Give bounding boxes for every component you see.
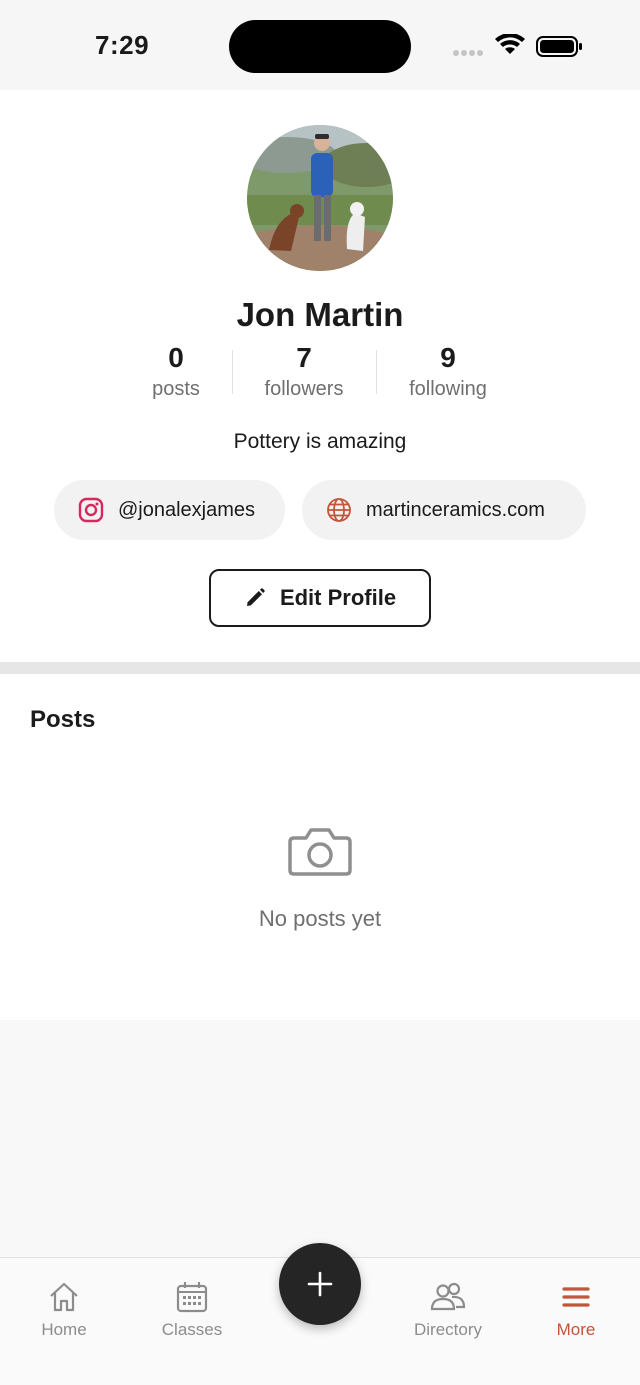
empty-posts-message: No posts yet [258, 906, 382, 931]
people-icon [430, 1282, 466, 1311]
create-post-button[interactable] [279, 1243, 361, 1325]
tab-label: More [556, 1320, 596, 1339]
menu-icon [562, 1287, 590, 1307]
avatar-photo [247, 125, 393, 271]
wifi-icon [495, 34, 525, 54]
stat-divider [232, 350, 233, 394]
stat-value: 7 [296, 342, 312, 373]
stat-following[interactable]: 9 following [378, 342, 518, 401]
stat-label: following [409, 378, 487, 400]
edit-profile-label: Edit Profile [279, 585, 397, 610]
posts-title: Posts [30, 706, 96, 733]
profile-bio: Pottery is amazing [233, 430, 407, 453]
globe-icon [327, 498, 351, 522]
tab-classes[interactable]: Classes [128, 1280, 256, 1340]
stat-label: followers [264, 378, 344, 400]
stat-divider [376, 350, 377, 394]
signal-icon [453, 50, 483, 56]
tab-label: Directory [413, 1320, 482, 1339]
tab-home[interactable]: Home [0, 1280, 128, 1340]
instagram-handle: @jonalexjames [118, 498, 256, 521]
camera-icon [288, 828, 352, 876]
home-icon [50, 1282, 78, 1312]
stat-value: 9 [440, 342, 456, 373]
profile-header: Jon Martin 0 posts 7 followers 9 followi… [0, 90, 640, 662]
stat-label: posts [152, 378, 200, 400]
edit-profile-button[interactable]: Edit Profile [209, 569, 431, 627]
pencil-icon [246, 588, 265, 606]
stat-followers[interactable]: 7 followers [234, 342, 374, 401]
status-bar: 7:29 [0, 0, 640, 90]
stat-value: 0 [168, 342, 184, 373]
website-url: martinceramics.com [366, 498, 545, 521]
dynamic-island [229, 20, 411, 73]
website-link[interactable]: martinceramics.com [302, 480, 586, 540]
battery-icon [536, 36, 582, 57]
instagram-icon [78, 497, 104, 523]
plus-icon [307, 1271, 333, 1297]
tab-more[interactable]: More [512, 1280, 640, 1340]
status-time: 7:29 [95, 30, 150, 60]
tab-label: Home [41, 1320, 87, 1339]
instagram-link[interactable]: @jonalexjames [54, 480, 285, 540]
tab-directory[interactable]: Directory [384, 1280, 512, 1340]
section-divider [0, 662, 640, 674]
calendar-icon [176, 1282, 208, 1313]
avatar[interactable] [247, 125, 393, 271]
profile-name: Jon Martin [236, 296, 404, 333]
status-icons [453, 34, 582, 57]
tab-label: Classes [161, 1320, 223, 1339]
posts-section: Posts No posts yet [0, 674, 640, 1020]
stat-posts[interactable]: 0 posts [106, 342, 246, 401]
